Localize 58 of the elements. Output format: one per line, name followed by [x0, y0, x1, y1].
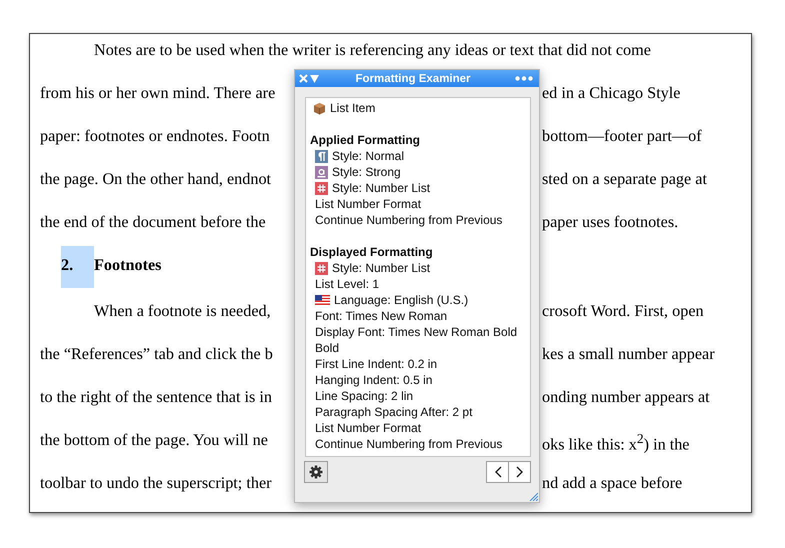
section-heading: Displayed Formatting: [310, 245, 433, 259]
format-entry: List Item: [330, 101, 376, 115]
format-entry: Bold: [315, 341, 340, 355]
body-text: crosoft Word. First, open: [542, 302, 704, 321]
more-icon[interactable]: [515, 76, 533, 81]
body-text: paper: footnotes or endnotes. Footn: [40, 127, 270, 146]
body-text: the bottom of the page. You will ne: [40, 431, 268, 450]
list-number: 2.: [61, 246, 94, 288]
body-text: kes a small number appear: [542, 345, 715, 364]
pilcrow-icon: [315, 150, 328, 162]
format-entry: List Level: 1: [315, 277, 380, 291]
format-entry: Paragraph Spacing After: 2 pt: [315, 405, 472, 419]
body-text: oks like this: x$^{2}$) in the: [542, 431, 690, 454]
flag-icon: [315, 295, 330, 305]
body-text: onding number appears at: [542, 388, 710, 407]
hash-icon: [315, 182, 328, 194]
section-heading: Applied Formatting: [310, 133, 420, 147]
heading-text: Footnotes: [94, 256, 162, 275]
format-entry: List Number Format: [315, 421, 422, 435]
body-text: from his or her own mind. There are: [40, 84, 276, 103]
chevron-left-icon: [494, 466, 502, 478]
format-entry: Hanging Indent: 0.5 in: [315, 373, 432, 387]
body-text: Notes are to be used when the writer is referencing any ideas or text that did not come: [94, 41, 651, 60]
format-entry: List Number Format: [315, 197, 422, 211]
letter-icon: [315, 166, 328, 178]
format-entry: Language: English (U.S.): [334, 293, 468, 307]
format-entry: Display Font: Times New Roman Bold: [315, 325, 518, 339]
close-icon[interactable]: [299, 74, 308, 83]
body-text: to the right of the sentence that is in: [40, 388, 272, 407]
resize-grip-icon[interactable]: [528, 491, 538, 501]
body-text: paper uses footnotes.: [542, 213, 678, 232]
body-text: sted on a separate page at: [542, 170, 707, 189]
body-text: the “References” tab and click the b: [40, 345, 273, 364]
panel-title: Formatting Examiner: [354, 72, 472, 84]
body-text: nd add a space before: [542, 474, 682, 493]
body-text: When a footnote is needed,: [94, 302, 271, 321]
format-entry: Continue Numbering from Previous: [315, 437, 502, 451]
format-entry: Style: Number List: [332, 181, 430, 195]
gear-icon: [309, 465, 323, 479]
hash-icon: [315, 262, 328, 274]
body-text: the end of the document before the: [40, 213, 266, 232]
body-text: toolbar to undo the superscript; ther: [40, 474, 272, 493]
format-entry: First Line Indent: 0.2 in: [315, 357, 438, 371]
format-entry: Style: Strong: [332, 165, 401, 179]
format-entry: Style: Normal: [332, 149, 404, 163]
format-entry: Style: Number List: [332, 261, 430, 275]
body-text: the page. On the other hand, endnot: [40, 170, 272, 189]
next-button[interactable]: [508, 461, 531, 483]
body-text: bottom—footer part—of: [542, 127, 702, 146]
previous-button[interactable]: [486, 461, 509, 483]
body-text: ed in a Chicago Style: [542, 84, 680, 103]
box-icon: [313, 102, 326, 114]
chevron-right-icon: [516, 466, 524, 478]
format-entry: Line Spacing: 2 lin: [315, 389, 414, 403]
format-entry: Continue Numbering from Previous: [315, 213, 502, 227]
settings-button[interactable]: [304, 461, 328, 483]
triangle-icon[interactable]: [310, 74, 319, 82]
format-entry: Font: Times New Roman: [315, 309, 448, 323]
